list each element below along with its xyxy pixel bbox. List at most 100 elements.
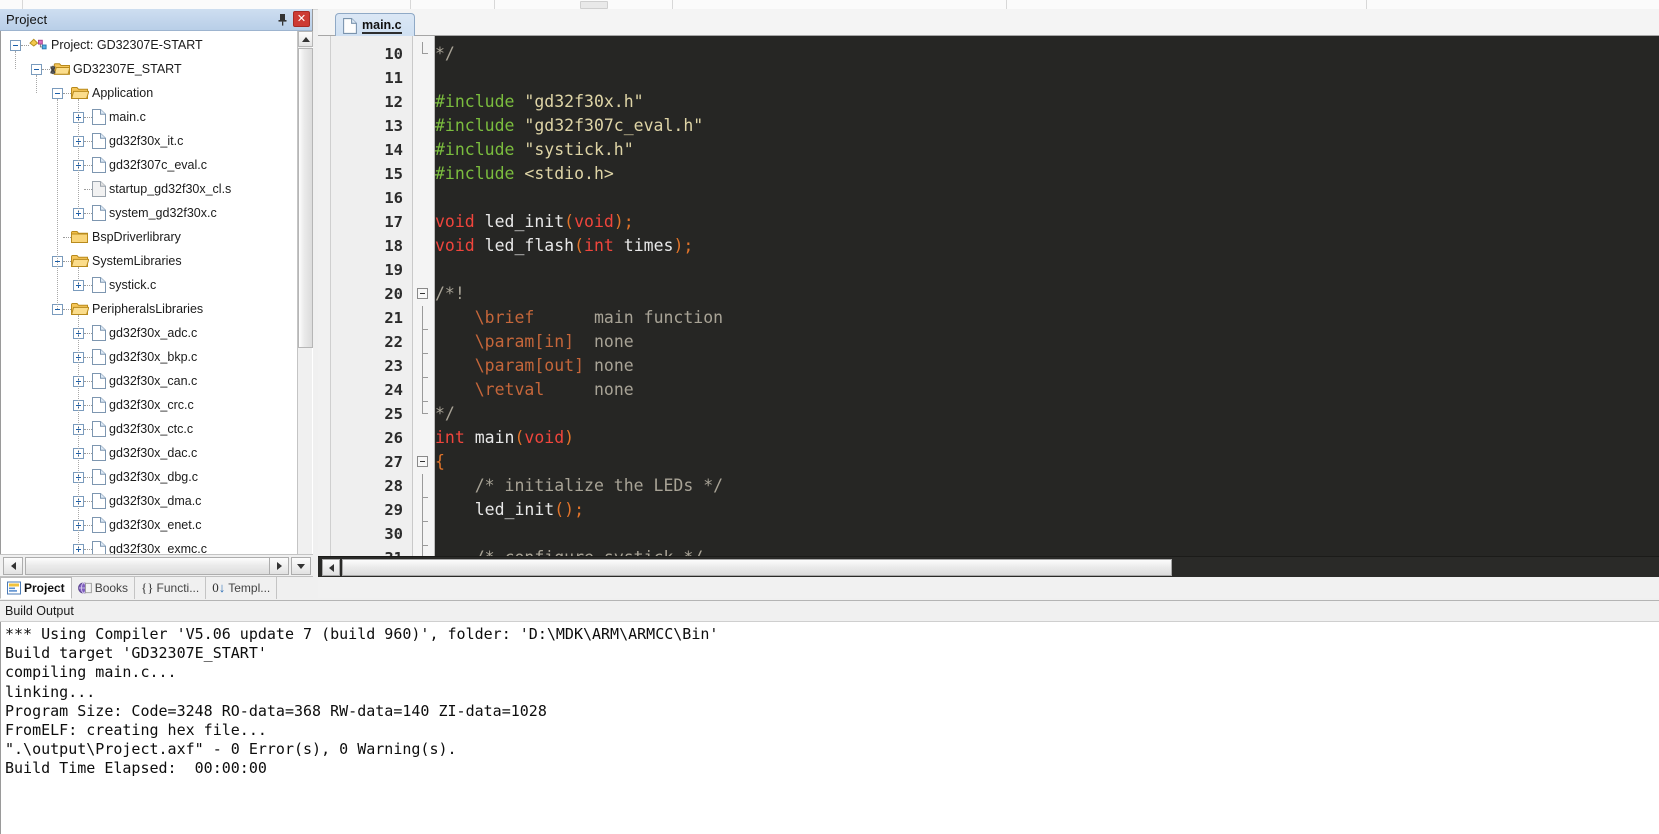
panel-tab-label: Templ... xyxy=(228,581,271,595)
tree-item[interactable]: GD32307E_START xyxy=(1,57,294,81)
project-panel: Project ✕ Project: GD32307E-START GD32307… xyxy=(0,9,313,599)
code-text-area[interactable]: */ #include "gd32f30x.h" #include "gd32f3… xyxy=(435,36,1659,577)
tree-item[interactable]: gd32f30x_ctc.c xyxy=(1,417,294,441)
tree-item[interactable]: Application xyxy=(1,81,294,105)
tree-item[interactable]: PeripheralsLibraries xyxy=(1,297,294,321)
toolbar-button[interactable] xyxy=(580,1,608,9)
code-token: led_flash xyxy=(474,236,575,255)
tree-guide-line xyxy=(84,476,92,478)
line-number: 29 xyxy=(384,501,403,519)
scroll-left-button[interactable] xyxy=(322,559,340,576)
c-file-icon xyxy=(92,469,106,485)
tree-expander-minus-icon[interactable] xyxy=(52,87,63,99)
panel-tab-templ[interactable]: 0↓ Templ... xyxy=(206,577,278,599)
panel-tab-functi[interactable]: {} Functi... xyxy=(135,577,207,599)
scroll-thumb[interactable] xyxy=(298,48,313,348)
tree-connector-line xyxy=(15,51,16,69)
tree-item[interactable]: system_gd32f30x.c xyxy=(1,201,294,225)
build-output-text[interactable]: *** Using Compiler 'V5.06 update 7 (buil… xyxy=(0,622,1659,834)
tree-guide-line xyxy=(42,68,50,70)
project-tree-vscrollbar[interactable] xyxy=(297,31,313,554)
code-line[interactable]: void led_init(void); xyxy=(435,210,634,234)
fold-toggle-icon[interactable] xyxy=(417,288,428,299)
editor-hscrollbar[interactable] xyxy=(318,556,1659,577)
code-token: void xyxy=(574,212,614,231)
code-line[interactable]: led_init(); xyxy=(435,498,584,522)
code-line[interactable]: \param[in] none xyxy=(435,330,634,354)
build-output-line: linking... xyxy=(5,682,96,701)
tree-item[interactable]: Project: GD32307E-START xyxy=(1,33,294,57)
fold-toggle-icon[interactable] xyxy=(417,456,428,467)
tree-item[interactable]: gd32f30x_exmc.c xyxy=(1,537,294,554)
panel-tab-books[interactable]: Books xyxy=(71,577,136,599)
tree-item[interactable]: gd32f30x_bkp.c xyxy=(1,345,294,369)
scroll-thumb-horizontal[interactable] xyxy=(342,559,1172,576)
code-line[interactable]: \brief main function xyxy=(435,306,723,330)
code-line[interactable]: \param[out] none xyxy=(435,354,634,378)
editor-tabbar[interactable]: main.c xyxy=(318,9,1659,37)
tree-expander-minus-icon[interactable] xyxy=(31,63,42,75)
code-line[interactable]: \retval none xyxy=(435,378,634,402)
code-line[interactable]: */ xyxy=(435,402,455,426)
templates-tab-icon: 0↓ xyxy=(212,580,226,595)
code-line[interactable] xyxy=(435,258,445,282)
code-token: { xyxy=(435,452,445,471)
scroll-right-button[interactable] xyxy=(269,557,289,575)
tree-item[interactable]: gd32f30x_adc.c xyxy=(1,321,294,345)
scroll-up-button[interactable] xyxy=(298,31,313,47)
tree-item[interactable]: gd32f30x_can.c xyxy=(1,369,294,393)
code-line[interactable] xyxy=(435,522,445,546)
code-line[interactable]: #include "gd32f307c_eval.h" xyxy=(435,114,703,138)
tree-item[interactable]: BspDriverlibrary xyxy=(1,225,294,249)
project-panel-tabs[interactable]: Project Books{} Functi... 0↓ Templ... xyxy=(0,576,313,599)
tree-item[interactable]: gd32f30x_enet.c xyxy=(1,513,294,537)
tree-expander-minus-icon[interactable] xyxy=(10,39,21,51)
code-line[interactable]: /*! xyxy=(435,282,465,306)
tree-item-label: gd32f30x_dma.c xyxy=(109,493,202,508)
panel-tab-project[interactable]: Project xyxy=(0,577,72,599)
tree-item[interactable]: SystemLibraries xyxy=(1,249,294,273)
code-line[interactable]: #include "gd32f30x.h" xyxy=(435,90,644,114)
code-line[interactable]: */ xyxy=(435,42,455,66)
project-tree-hscrollbar[interactable] xyxy=(0,554,313,576)
tree-item-label: Project: GD32307E-START xyxy=(51,37,203,52)
tab-main-c[interactable]: main.c xyxy=(335,13,415,37)
pin-icon[interactable] xyxy=(275,11,290,27)
c-file-icon xyxy=(92,157,106,173)
tree-item[interactable]: systick.c xyxy=(1,273,294,297)
code-token: int xyxy=(435,428,465,447)
tree-guide-line xyxy=(84,284,92,286)
tree-item[interactable]: main.c xyxy=(1,105,294,129)
tree-guide-line xyxy=(84,548,92,550)
code-line[interactable] xyxy=(435,186,445,210)
editor-zone: main.c 10 11 12 13 14 15 16 17 18 19 20 21 22 23 24 25 2… xyxy=(318,9,1659,598)
tree-item[interactable]: gd32f30x_dbg.c xyxy=(1,465,294,489)
code-line[interactable]: int main(void) xyxy=(435,426,574,450)
scroll-dropdown-button[interactable] xyxy=(291,557,311,575)
line-number: 24 xyxy=(384,381,403,399)
code-token: #include xyxy=(435,164,525,183)
tree-item[interactable]: startup_gd32f30x_cl.s xyxy=(1,177,294,201)
code-token: \param[out] xyxy=(474,356,585,375)
code-line[interactable] xyxy=(435,66,445,90)
c-file-icon xyxy=(92,277,106,293)
tree-item[interactable]: gd32f30x_dac.c xyxy=(1,441,294,465)
project-tree[interactable]: Project: GD32307E-START GD32307E_START App… xyxy=(0,31,313,554)
code-line[interactable]: void led_flash(int times); xyxy=(435,234,693,258)
code-line[interactable]: { xyxy=(435,450,445,474)
tree-item[interactable]: gd32f30x_dma.c xyxy=(1,489,294,513)
code-line[interactable]: #include <stdio.h> xyxy=(435,162,614,186)
line-number: 18 xyxy=(384,237,403,255)
close-icon[interactable]: ✕ xyxy=(293,11,310,27)
scroll-left-button[interactable] xyxy=(3,557,23,575)
code-editor[interactable]: 10 11 12 13 14 15 16 17 18 19 20 21 22 23 24 25 26 27 28 29… xyxy=(318,36,1659,577)
fold-guide-line xyxy=(422,306,428,330)
code-token: (); xyxy=(554,500,585,519)
tree-item[interactable]: gd32f307c_eval.c xyxy=(1,153,294,177)
tree-item[interactable]: gd32f30x_crc.c xyxy=(1,393,294,417)
code-folding-column[interactable] xyxy=(413,36,435,577)
tree-item[interactable]: gd32f30x_it.c xyxy=(1,129,294,153)
code-line[interactable]: /* initialize the LEDs */ xyxy=(435,474,723,498)
scroll-thumb-horizontal[interactable] xyxy=(25,557,285,575)
code-line[interactable]: #include "systick.h" xyxy=(435,138,634,162)
